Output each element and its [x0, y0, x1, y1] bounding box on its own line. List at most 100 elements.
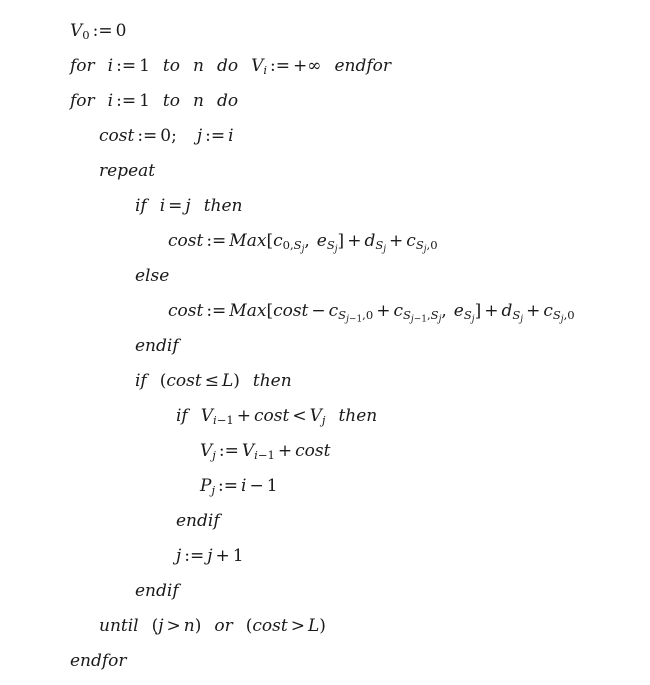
variable-V: V	[70, 21, 83, 41]
plus-operator: +	[236, 406, 252, 426]
argument-comma: ,	[304, 231, 310, 251]
keyword-to: to	[162, 91, 180, 111]
variable-d: d	[364, 231, 376, 251]
assign-operator: :=	[116, 91, 137, 111]
variable-V: V	[241, 441, 255, 461]
variable-V: V	[200, 441, 213, 461]
variable-e: e	[453, 301, 464, 321]
variable-V: V	[309, 406, 322, 426]
subscript-zero: 0	[430, 238, 438, 253]
value-plus-infinity: +∞	[293, 56, 322, 76]
variable-V: V	[200, 406, 214, 426]
keyword-to: to	[162, 56, 180, 76]
less-than-operator: <	[292, 406, 307, 426]
plus-operator: +	[376, 301, 391, 321]
keyword-then: then	[203, 196, 243, 216]
subscript-one: 1	[226, 413, 234, 428]
code-line-endfor-main: endfor	[0, 644, 650, 679]
code-line-endif-cost-le-L: endif	[0, 574, 650, 609]
code-line-update-P: Pj:= i −1	[0, 469, 650, 504]
variable-cost: cost	[254, 406, 290, 426]
variable-n: n	[183, 616, 195, 636]
variable-c: c	[406, 231, 416, 251]
code-line-cost-j-init: cost:= 0; j:= i	[0, 119, 650, 154]
plus-operator: +	[215, 546, 230, 566]
assign-operator: :=	[184, 546, 205, 566]
greater-than-operator: >	[166, 616, 181, 636]
keyword-do: do	[216, 91, 239, 111]
code-line-if-i-eq-j: if i = j then	[0, 189, 650, 224]
assign-operator: :=	[205, 126, 226, 146]
greater-than-operator: >	[290, 616, 305, 636]
keyword-endif: endif	[135, 336, 179, 356]
keyword-for: for	[70, 91, 95, 111]
value-one: 1	[139, 91, 150, 111]
paren-close: )	[319, 616, 326, 636]
variable-V: V	[251, 56, 264, 76]
subscript-S: S	[415, 238, 424, 253]
plus-operator: +	[389, 231, 404, 251]
subscript-zero: 0	[567, 308, 575, 323]
variable-c: c	[328, 301, 339, 321]
code-line-endif-inner-compare: endif	[0, 329, 650, 364]
variable-cost: cost	[168, 301, 204, 321]
variable-cost: cost	[99, 126, 135, 146]
subscript-S: S	[293, 238, 302, 253]
value-zero: 0	[115, 21, 127, 41]
algorithm-code-block: V0:= 0 for i:= 1 to n do Vi:= +∞ endfor for i:= 1 to…	[0, 0, 650, 679]
variable-j: j	[207, 546, 213, 566]
code-line-for-main-loop: for i:= 1 to n do	[0, 84, 650, 119]
code-line-until: until (j > n) or (cost > L)	[0, 609, 650, 644]
subscript-zero: 0	[82, 28, 90, 43]
code-line-increment-j: j:= j +1	[0, 539, 650, 574]
variable-cost: cost	[273, 301, 309, 321]
keyword-then: then	[338, 406, 378, 426]
keyword-then: then	[252, 371, 292, 391]
paren-close: )	[194, 616, 202, 636]
equals-operator: =	[168, 196, 183, 216]
plus-operator: +	[526, 301, 541, 321]
keyword-if: if	[135, 371, 147, 391]
subscript-minus: −	[216, 413, 227, 428]
minus-operator: −	[249, 476, 264, 496]
minus-operator: −	[311, 301, 326, 321]
keyword-endfor: endfor	[70, 651, 127, 671]
less-equal-operator: ≤	[204, 371, 219, 391]
value-one: 1	[266, 476, 278, 496]
variable-e: e	[316, 231, 327, 251]
variable-c: c	[393, 301, 403, 321]
code-line-endif-improve: endif	[0, 504, 650, 539]
pseudocode-page: V0:= 0 for i:= 1 to n do Vi:= +∞ endfor for i:= 1 to…	[0, 0, 650, 685]
function-max: Max	[229, 231, 267, 251]
variable-cost: cost	[252, 616, 288, 636]
keyword-endif: endif	[176, 511, 220, 531]
keyword-for: for	[70, 56, 95, 76]
variable-c: c	[273, 231, 283, 251]
variable-n: n	[192, 91, 204, 111]
assign-operator: :=	[218, 476, 239, 496]
variable-L: L	[221, 371, 234, 391]
assign-operator: :=	[206, 301, 227, 321]
variable-d: d	[501, 301, 513, 321]
keyword-endfor: endfor	[334, 56, 391, 76]
keyword-do: do	[216, 56, 239, 76]
subscript-S: S	[552, 308, 561, 323]
keyword-if: if	[135, 196, 147, 216]
variable-L: L	[307, 616, 320, 636]
keyword-or: or	[214, 616, 233, 636]
plus-operator: +	[484, 301, 499, 321]
assign-operator: :=	[92, 21, 113, 41]
variable-cost: cost	[168, 231, 204, 251]
subscript-S: S	[338, 308, 347, 323]
value-zero: 0	[160, 126, 172, 146]
code-line-if-improve: if Vi−1 + cost < Vj then	[0, 399, 650, 434]
semicolon: ;	[171, 126, 177, 146]
subscript-minus: −	[257, 448, 268, 463]
assign-operator: :=	[206, 231, 227, 251]
code-line-cost-subsequent-node: cost:= Max[cost − cSj−1,0 + cSj−1,Sj, eSj] + dSj…	[0, 294, 650, 329]
function-max: Max	[229, 301, 267, 321]
subscript-j: j	[321, 413, 326, 428]
subscript-S: S	[430, 308, 439, 323]
code-line-update-V: Vj:= Vi−1 + cost	[0, 434, 650, 469]
variable-cost: cost	[166, 371, 202, 391]
